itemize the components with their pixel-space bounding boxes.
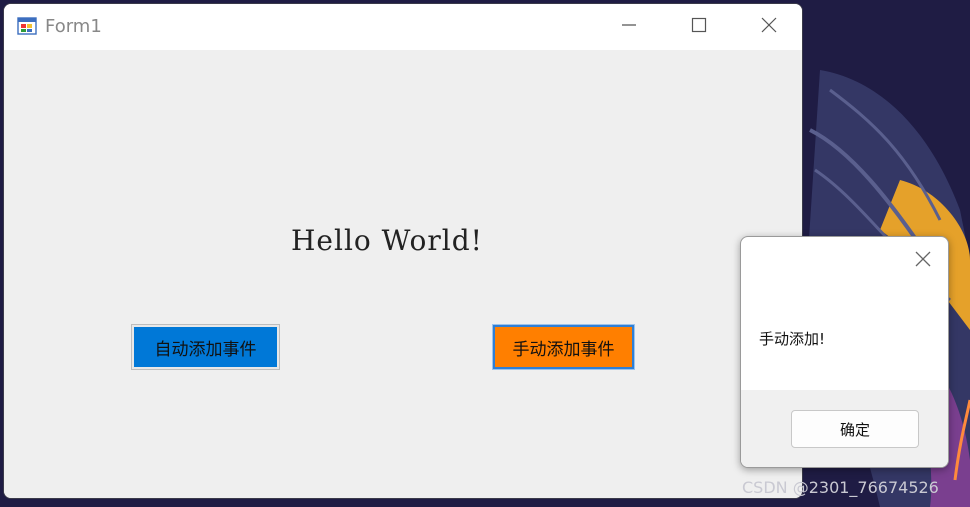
close-icon [915, 251, 931, 267]
form-client-area: Hello World! 自动添加事件 手动添加事件 [4, 50, 802, 498]
message-box-close-button[interactable] [913, 249, 933, 269]
ok-button[interactable]: 确定 [791, 410, 919, 448]
minimize-icon [621, 17, 637, 37]
title-bar[interactable]: Form1 [4, 4, 802, 50]
winforms-app-icon [17, 16, 37, 36]
minimize-button[interactable] [594, 4, 664, 50]
message-box: 手动添加! 确定 [740, 236, 949, 468]
message-text: 手动添加! [759, 330, 826, 348]
hello-label: Hello World! [291, 224, 483, 257]
maximize-button[interactable] [664, 4, 734, 50]
close-button[interactable] [734, 4, 802, 50]
message-box-footer: 确定 [741, 390, 948, 467]
auto-add-event-button[interactable]: 自动添加事件 [131, 324, 280, 370]
csdn-watermark: CSDN @2301_76674526 [742, 478, 939, 497]
maximize-icon [691, 17, 707, 37]
form1-window: Form1 Hello World! 自动添加事件 手动添加事件 [3, 3, 803, 499]
manual-add-event-button[interactable]: 手动添加事件 [492, 324, 635, 370]
close-icon [761, 17, 777, 37]
window-title: Form1 [45, 16, 102, 37]
